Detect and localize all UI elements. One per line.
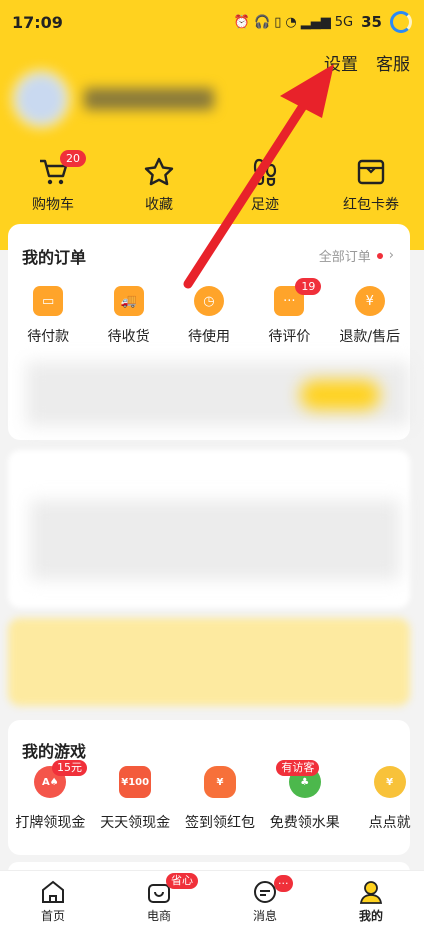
money-icon: ¥100 <box>119 766 152 798</box>
quick-label: 红包卡券 <box>343 197 399 213</box>
game-label: 签到领红包 <box>184 815 255 831</box>
nav-tag: 省心 <box>166 873 198 889</box>
games-row: A♠ 15元 打牌领现金 ¥100 天天领现金 ¥ 签到领红包 ♣ 有访客 免费… <box>8 760 424 832</box>
quick-favorites[interactable]: 收藏 <box>114 156 204 214</box>
quick-cart[interactable]: 20 购物车 <box>8 150 98 214</box>
wifi-icon: ◔ <box>285 14 297 30</box>
game-checkin-redpacket[interactable]: ¥ 签到领红包 <box>178 766 263 832</box>
message-badge-dot: ··· <box>274 875 293 892</box>
nav-messages[interactable]: ··· 消息 <box>212 871 318 932</box>
order-label: 待付款 <box>27 329 70 345</box>
nav-label: 我的 <box>358 909 383 923</box>
status-bar: 17:09 ⏰ 🎧 ▯ ◔ ▂▄▆ 5G 35 <box>0 0 424 44</box>
nav-label: 电商 <box>146 909 171 923</box>
review-badge: 19 <box>295 278 322 295</box>
footprint-icon <box>253 158 277 187</box>
order-label: 待收货 <box>107 329 150 345</box>
status-time: 17:09 <box>12 12 63 32</box>
game-cards-cash[interactable]: A♠ 15元 打牌领现金 <box>8 760 93 832</box>
game-free-fruit[interactable]: ♣ 有访客 免费领水果 <box>262 760 347 832</box>
quick-label: 收藏 <box>145 197 173 213</box>
order-pending-use[interactable]: ◷ 待使用 <box>169 286 249 346</box>
blurred-section-content <box>30 500 400 580</box>
alarm-icon: ⏰ <box>233 14 251 30</box>
quick-actions: 20 购物车 收藏 足迹 红包卡券 <box>0 150 424 214</box>
orders-title: 我的订单 <box>22 248 87 267</box>
status-icons: ⏰ 🎧 ▯ ◔ ▂▄▆ 5G 35 <box>234 11 412 33</box>
game-label: 点点就 <box>368 815 411 831</box>
avatar[interactable] <box>12 70 70 128</box>
order-status-row: ▭ 待付款 🚚 待收货 ◷ 待使用 ··· 19 待评价 ¥ 退款/售后 <box>8 278 410 346</box>
order-label: 待使用 <box>187 329 230 345</box>
all-orders-link[interactable]: 全部订单 › <box>319 246 394 265</box>
nav-profile[interactable]: 我的 <box>318 871 424 932</box>
battery-ring-icon <box>390 11 412 33</box>
game-label: 免费领水果 <box>269 815 340 831</box>
order-pending-review[interactable]: ··· 19 待评价 <box>249 278 329 346</box>
profile-blurred[interactable] <box>12 70 214 128</box>
games-title: 我的游戏 <box>22 742 87 761</box>
chevron-right-icon: › <box>388 248 394 263</box>
order-pending-receipt[interactable]: 🚚 待收货 <box>89 286 169 346</box>
refund-icon: ¥ <box>354 286 385 316</box>
nav-shop[interactable]: 省心 电商 <box>106 871 212 932</box>
order-label: 待评价 <box>268 329 311 345</box>
game-tag: 15元 <box>52 760 87 776</box>
nav-label: 消息 <box>252 909 277 923</box>
game-tap[interactable]: ¥ 点点就 <box>347 766 424 832</box>
wallet-icon <box>357 159 385 185</box>
battery-level: 35 <box>361 13 382 31</box>
wallet-icon: ▭ <box>33 286 64 316</box>
quick-footprints[interactable]: 足迹 <box>220 156 310 214</box>
order-pending-payment[interactable]: ▭ 待付款 <box>8 286 88 346</box>
redpacket-icon: ¥ <box>203 766 236 798</box>
profile-name-blurred <box>84 88 214 110</box>
truck-icon: 🚚 <box>113 286 144 316</box>
game-label: 天天领现金 <box>100 815 171 831</box>
nav-home[interactable]: 首页 <box>0 871 106 932</box>
game-tag: 有访客 <box>276 760 320 776</box>
profile-icon <box>359 881 383 904</box>
headphone-icon: 🎧 <box>254 14 271 30</box>
vibrate-icon: ▯ <box>274 14 282 30</box>
promo-banner-blurred[interactable] <box>8 618 410 706</box>
game-daily-cash[interactable]: ¥100 天天领现金 <box>93 766 178 832</box>
game-label: 打牌领现金 <box>15 815 86 831</box>
home-icon <box>42 880 64 903</box>
signal-text: 5G <box>334 14 354 30</box>
games-card: 我的游戏 A♠ 15元 打牌领现金 ¥100 天天领现金 ¥ 签到领红包 ♣ 有… <box>8 720 411 855</box>
nav-label: 首页 <box>40 909 65 923</box>
notification-dot <box>376 252 383 259</box>
cart-badge: 20 <box>60 150 86 167</box>
coin-icon: ¥ <box>373 766 406 798</box>
quick-label: 购物车 <box>32 197 74 213</box>
settings-link[interactable]: 设置 <box>324 50 358 75</box>
bottom-nav: 首页 省心 电商 ··· 消息 我的 <box>0 870 424 932</box>
signal-icon: ▂▄▆ <box>300 14 331 30</box>
order-preview-button-blurred <box>300 380 380 410</box>
quick-label: 足迹 <box>251 197 279 213</box>
all-orders-label: 全部订单 <box>318 250 371 265</box>
order-refund[interactable]: ¥ 退款/售后 <box>330 286 410 346</box>
clock-icon: ◷ <box>193 286 224 316</box>
order-label: 退款/售后 <box>339 329 401 345</box>
customer-service-link[interactable]: 客服 <box>376 50 410 75</box>
quick-coupons[interactable]: 红包卡券 <box>326 156 416 214</box>
star-icon <box>144 157 174 186</box>
header-links: 设置 客服 <box>324 50 410 75</box>
